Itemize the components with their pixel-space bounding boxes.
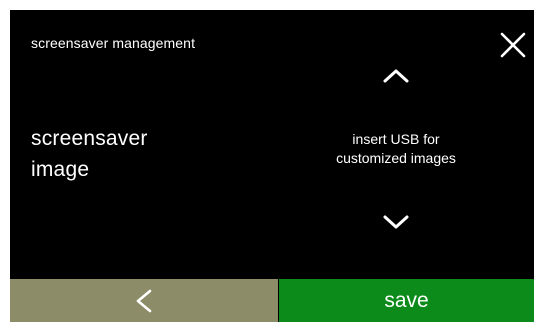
- chevron-down-icon: [383, 215, 409, 229]
- footer-bar: save: [10, 279, 534, 322]
- close-button[interactable]: [498, 30, 528, 60]
- chevron-up-icon: [383, 69, 409, 83]
- close-icon: [500, 32, 526, 58]
- setting-label: screensaver image: [31, 127, 148, 181]
- screensaver-management-screen: screensaver management screensaver image…: [10, 10, 534, 322]
- scroll-down-button[interactable]: [381, 213, 411, 233]
- chevron-left-icon: [136, 289, 152, 313]
- page-title: screensaver management: [31, 35, 196, 51]
- back-button[interactable]: [10, 279, 278, 322]
- setting-value: insert USB for customized images: [336, 131, 456, 166]
- save-button[interactable]: save: [279, 279, 534, 322]
- scroll-up-button[interactable]: [381, 65, 411, 85]
